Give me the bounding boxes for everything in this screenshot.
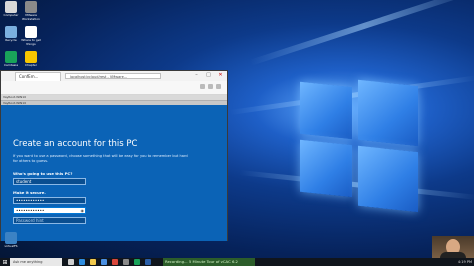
desktop-icon-chapter[interactable]: Chapter (20, 51, 42, 68)
maximize-icon[interactable]: □ (204, 72, 213, 78)
account-setup-screen: Create an account for this PC If you wan… (1, 105, 227, 241)
window-controls: – □ ✕ (192, 72, 225, 78)
username-label: Who's going to use this PC? (13, 171, 73, 176)
toolbar-icon[interactable] (200, 84, 205, 89)
taskbar-search[interactable]: Ask me anything (10, 258, 62, 266)
desktop-icon-label: Chapter (25, 63, 37, 67)
desktop-icon-camtasia[interactable]: Camtasia (0, 51, 22, 68)
folder-icon (5, 232, 17, 244)
start-icon[interactable]: ⊞ (0, 258, 10, 266)
taskbar: ⊞ Ask me anything Recording... 5 Minute … (0, 258, 474, 266)
taskbar-active-app[interactable]: Recording... 5 Minute Tour of vCAC 6.2 (163, 258, 255, 266)
webcam-overlay (432, 236, 474, 258)
browser-tab[interactable]: ConfEm... (15, 72, 61, 81)
edge-icon[interactable] (79, 259, 85, 265)
desktop-icon-virtualfs[interactable]: virtualFS (0, 232, 22, 249)
camtasia-icon (5, 51, 17, 63)
vmware-taskbar-icon[interactable] (123, 259, 129, 265)
computer-icon (5, 1, 17, 13)
desktop-icon-where[interactable]: Where to get things (20, 26, 42, 46)
play-icon (25, 26, 37, 38)
password-hint-field[interactable]: Password hint (13, 217, 86, 224)
light-beam (249, 0, 474, 66)
password-label: Make it secure. (13, 190, 46, 195)
close-icon[interactable]: ✕ (216, 72, 225, 78)
system-tray: 4:19 PM (458, 260, 472, 264)
desktop-icon-label: Recycle (5, 38, 17, 42)
desktop-icon-label: Camtasia (3, 63, 19, 67)
desktop-icon-label: VMware Workstation (22, 13, 40, 21)
file-explorer-icon[interactable] (90, 259, 96, 265)
vmware-icon (25, 1, 37, 13)
desktop-icon-label: Computer (3, 13, 19, 17)
browser-titlebar: ConfEm... localhost/vcloud/rest - VMware… (1, 71, 227, 81)
tray-clock[interactable]: 4:19 PM (458, 260, 472, 264)
powershell-icon[interactable] (145, 259, 151, 265)
setup-description: If you want to use a password, choose so… (13, 154, 188, 163)
toolbar-icon[interactable] (216, 84, 221, 89)
store-icon[interactable] (101, 259, 107, 265)
desktop-icon-label: Where to get things (21, 38, 41, 46)
reveal-password-icon[interactable]: ◉ (81, 208, 85, 213)
camtasia-taskbar-icon[interactable] (134, 259, 140, 265)
windows-logo (300, 74, 420, 217)
browser-toolbar (1, 81, 227, 95)
password-field[interactable]: •••••••••••• (13, 197, 86, 204)
page-title: Create an account for this PC (13, 139, 138, 149)
browser-window: ConfEm... localhost/vcloud/rest - VMware… (0, 70, 228, 241)
confirm-password-value: •••••••••••• (16, 208, 45, 213)
confirm-password-field[interactable]: •••••••••••• ◉ (13, 207, 86, 214)
desktop-icon-label: virtualFS (4, 244, 18, 248)
desktop-icon-computer[interactable]: Computer (0, 1, 22, 18)
desktop-icon-recycle[interactable]: Recycle (0, 26, 22, 43)
desktop-icon-vmware[interactable]: VMware Workstation (20, 1, 42, 21)
task-view-icon[interactable] (68, 259, 74, 265)
recycle-bin-icon (5, 26, 17, 38)
address-bar[interactable]: localhost/vcloud/rest - VMware... (65, 73, 161, 79)
minimize-icon[interactable]: – (192, 72, 201, 78)
username-field[interactable]: student (13, 178, 86, 185)
chrome-icon[interactable] (112, 259, 118, 265)
chapter-play-icon (25, 51, 37, 63)
toolbar-icon[interactable] (208, 84, 213, 89)
